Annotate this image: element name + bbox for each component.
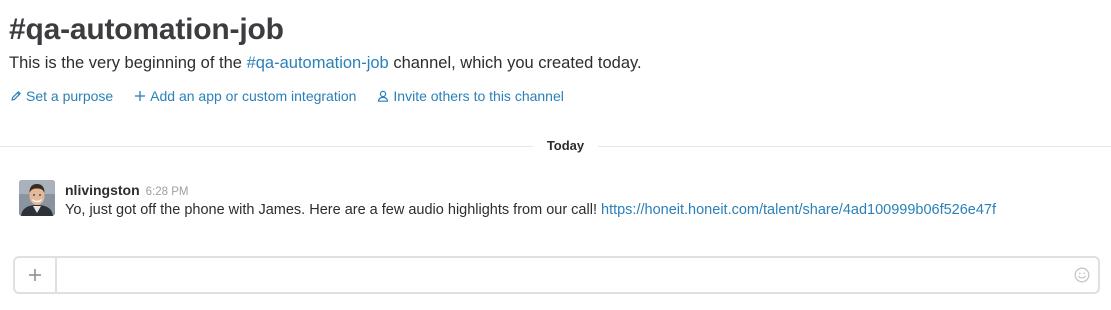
day-divider-label: Today <box>546 138 585 153</box>
pencil-icon <box>10 90 22 102</box>
invite-others-link[interactable]: Invite others to this channel <box>377 87 564 105</box>
channel-intro: This is the very beginning of the #qa-au… <box>9 52 642 74</box>
add-integration-label: Add an app or custom integration <box>150 88 357 104</box>
message-header: nlivingston 6:28 PM <box>65 181 189 201</box>
emoji-icon <box>1074 267 1090 283</box>
message-input[interactable] <box>59 258 1068 292</box>
channel-intro-prefix: This is the very beginning of the <box>9 54 247 72</box>
emoji-button[interactable] <box>1074 267 1090 283</box>
message-sender[interactable]: nlivingston <box>65 182 140 198</box>
user-icon <box>377 90 389 102</box>
channel-actions: Set a purpose Add an app or custom integ… <box>10 87 564 105</box>
set-purpose-label: Set a purpose <box>26 88 114 104</box>
message-body: Yo, just got off the phone with James. H… <box>65 200 996 220</box>
avatar[interactable] <box>19 180 55 216</box>
plus-icon <box>134 90 146 102</box>
invite-others-label: Invite others to this channel <box>393 88 564 104</box>
message-composer <box>13 256 1100 294</box>
message-timestamp[interactable]: 6:28 PM <box>146 186 189 198</box>
add-integration-link[interactable]: Add an app or custom integration <box>134 87 356 105</box>
divider-line-right <box>598 146 1111 147</box>
message-item: nlivingston 6:28 PM Yo, just got off the … <box>19 179 1099 223</box>
message-text: Yo, just got off the phone with James. H… <box>65 202 601 218</box>
channel-page: #qa-automation-job This is the very begi… <box>0 0 1111 310</box>
channel-title: #qa-automation-job <box>9 13 284 46</box>
attach-button[interactable] <box>15 258 57 292</box>
channel-intro-suffix: channel, which you created today. <box>388 54 642 72</box>
plus-icon <box>29 269 41 281</box>
channel-link[interactable]: #qa-automation-job <box>247 54 389 72</box>
message-link[interactable]: https://honeit.honeit.com/talent/share/4… <box>601 202 996 218</box>
day-divider: Today <box>0 136 1111 156</box>
set-purpose-link[interactable]: Set a purpose <box>10 87 113 105</box>
divider-line-left <box>0 146 533 147</box>
